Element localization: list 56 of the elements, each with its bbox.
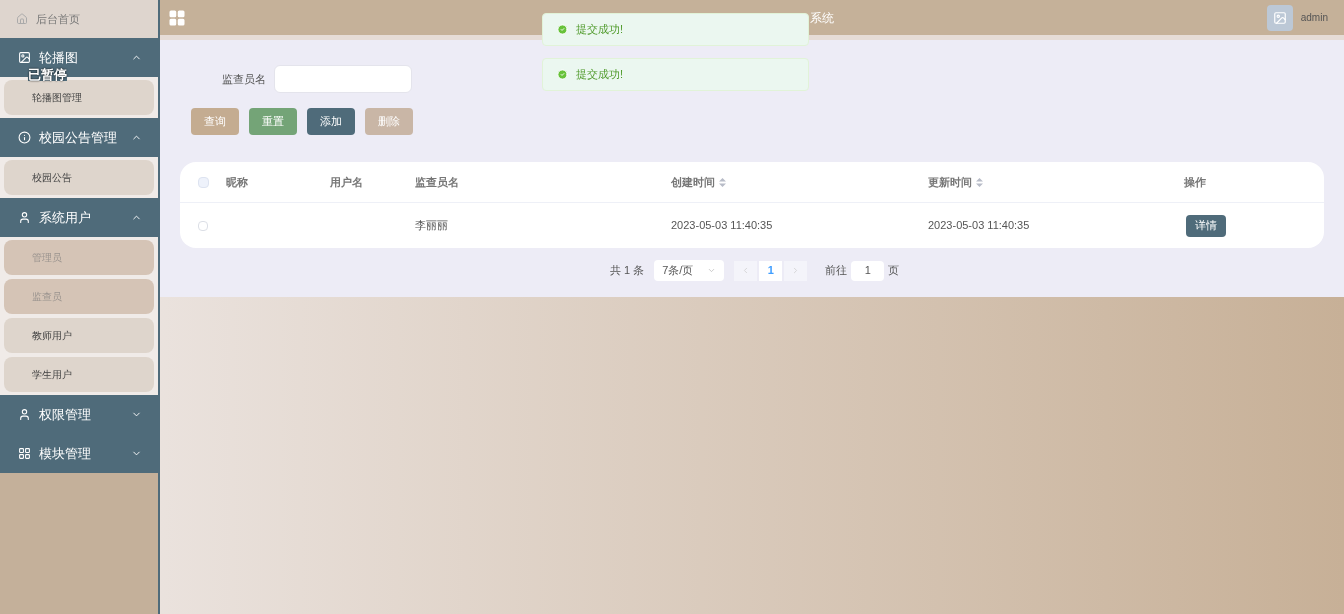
submenu-item[interactable]: 学生用户 (4, 357, 154, 392)
row-checkbox[interactable] (198, 220, 208, 231)
menu-group[interactable]: 权限管理 (0, 395, 158, 434)
grid-icon (18, 447, 31, 460)
user-icon (18, 211, 31, 224)
menu-group[interactable]: 模块管理 (0, 434, 158, 473)
user-icon (18, 408, 31, 421)
window-title: 系统 (810, 10, 834, 27)
submenu-item[interactable]: 轮播图管理 (4, 80, 154, 115)
table-cell: 2023-05-03 11:40:35 (671, 219, 773, 232)
sort-icon[interactable] (719, 177, 726, 187)
search-field[interactable] (274, 65, 412, 93)
column-header[interactable]: 更新时间 (928, 173, 983, 191)
total-count: 共 1 条 (610, 263, 645, 279)
table-cell: 李丽丽 (415, 219, 448, 232)
column-header: 用户名 (330, 174, 363, 190)
home-icon (16, 13, 28, 25)
menu-group[interactable]: 校园公告管理 (0, 118, 158, 157)
overlay-label: 已暂停 (28, 68, 67, 81)
check-icon (557, 24, 568, 35)
sidebar-item[interactable]: 后台首页 (0, 0, 158, 38)
info-icon (18, 131, 31, 144)
field-label: 监查员名 (222, 71, 266, 87)
menu-group[interactable]: 系统用户 (0, 198, 158, 237)
column-header: 操作 (1184, 174, 1206, 190)
action-button[interactable]: 添加 (307, 108, 355, 135)
submenu-item[interactable]: 校园公告 (4, 160, 154, 195)
column-header: 昵称 (226, 174, 248, 190)
menu-icon[interactable] (168, 8, 186, 27)
goto-label: 前往 (825, 263, 848, 279)
menu-group-label: 权限管理 (39, 405, 92, 424)
goto-field[interactable]: 1 (851, 260, 885, 281)
column-header[interactable]: 创建时间 (671, 173, 726, 191)
page-size-select[interactable]: 7条/页 (654, 260, 725, 281)
success-toast: 提交成功! (542, 58, 809, 91)
menu-group-label: 轮播图 (39, 48, 79, 67)
image-icon (18, 51, 31, 64)
chevron-down-icon (707, 266, 717, 275)
user-name: admin (1300, 11, 1328, 25)
column-header: 监查员名 (415, 174, 459, 190)
page-suffix: 页 (888, 263, 900, 279)
menu-group-label: 系统用户 (39, 208, 92, 227)
avatar (1266, 4, 1293, 31)
sort-icon[interactable] (976, 177, 983, 187)
table-cell: 2023-05-03 11:40:35 (928, 219, 1030, 232)
prev-page-button[interactable] (734, 260, 758, 281)
menu-group-label: 模块管理 (39, 444, 92, 463)
page-button[interactable]: 1 (759, 260, 783, 281)
next-page-button[interactable] (784, 260, 808, 281)
select-all-checkbox[interactable] (197, 176, 209, 188)
action-button[interactable]: 重置 (249, 108, 297, 135)
menu-group-label: 校园公告管理 (39, 128, 118, 147)
success-toast: 提交成功! (542, 13, 809, 46)
submenu-item[interactable]: 教师用户 (4, 318, 154, 353)
check-icon (557, 69, 568, 80)
details-button[interactable]: 详情 (1186, 214, 1226, 237)
